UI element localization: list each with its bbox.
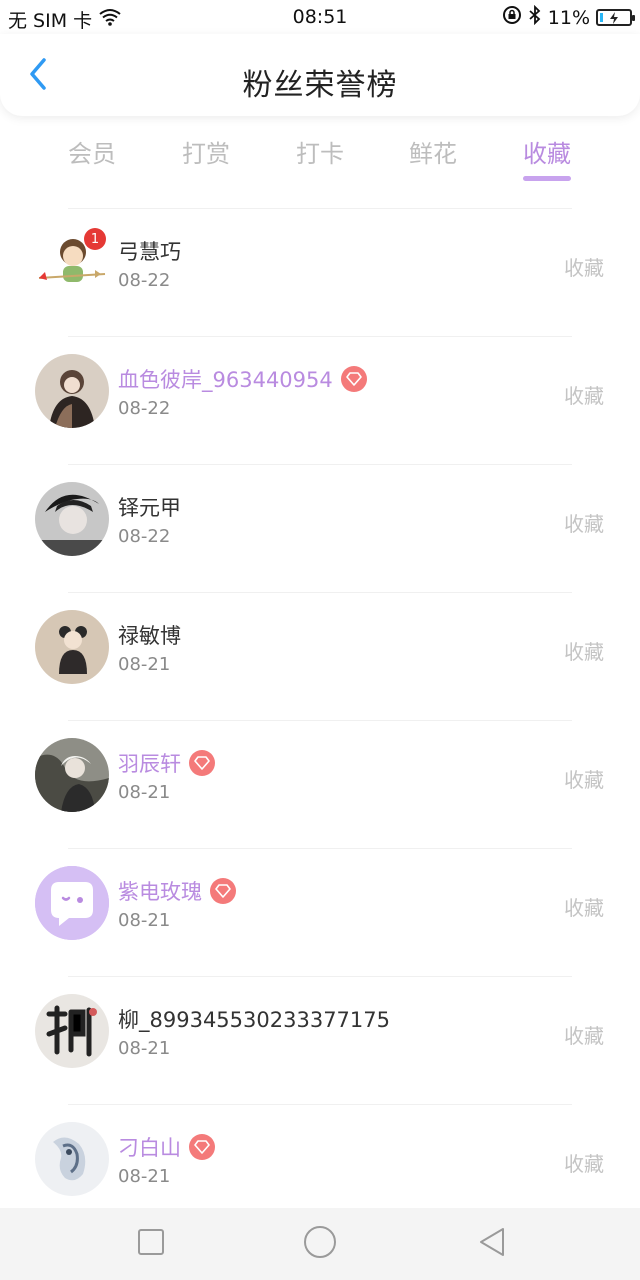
row-divider (68, 208, 572, 209)
home-button[interactable] (302, 1226, 338, 1262)
avatar[interactable] (35, 866, 109, 940)
row-divider (68, 848, 572, 849)
user-name: 紫电玫瑰 (118, 880, 202, 904)
favorite-action[interactable]: 收藏 (564, 380, 604, 409)
name-line: 柳_899345530233377175 (118, 1004, 390, 1034)
date-text: 08-21 (118, 1038, 171, 1059)
name-line: 血色彼岸_963440954 (118, 364, 367, 394)
list-item[interactable]: 紫电玫瑰 08-21 收藏 (0, 848, 640, 976)
tab-favorites[interactable]: 收藏 (502, 134, 592, 169)
favorite-action[interactable]: 收藏 (564, 508, 604, 537)
tab-member[interactable]: 会员 (47, 134, 137, 169)
name-line: 铎元甲 (118, 492, 181, 522)
row-divider (68, 1104, 572, 1105)
date-text: 08-22 (118, 270, 171, 291)
user-name: 铎元甲 (118, 496, 181, 520)
rotation-lock-icon (502, 5, 522, 30)
diamond-vip-icon (189, 1134, 215, 1160)
favorite-action[interactable]: 收藏 (564, 1020, 604, 1049)
back-nav-button[interactable] (474, 1226, 510, 1262)
diamond-vip-icon (210, 878, 236, 904)
avatar[interactable] (35, 994, 109, 1068)
list-item[interactable]: 禄敏博 08-21 收藏 (0, 592, 640, 720)
name-line: 弓慧巧 (118, 236, 181, 266)
list-item[interactable]: 铎元甲 08-22 收藏 (0, 464, 640, 592)
avatar[interactable] (35, 1122, 109, 1196)
header: 粉丝荣誉榜 (0, 34, 640, 116)
page-title: 粉丝荣誉榜 (242, 68, 398, 103)
name-line: 刁白山 (118, 1132, 215, 1162)
tab-checkin[interactable]: 打卡 (275, 134, 365, 169)
name-line: 紫电玫瑰 (118, 876, 236, 906)
system-nav-bar (0, 1208, 640, 1280)
list-item[interactable]: 柳_899345530233377175 08-21 收藏 (0, 976, 640, 1104)
name-line: 禄敏博 (118, 620, 181, 650)
user-name: 柳_899345530233377175 (118, 1008, 390, 1032)
name-line: 羽辰轩 (118, 748, 215, 778)
avatar[interactable] (35, 482, 109, 556)
avatar[interactable] (35, 354, 109, 428)
date-text: 08-22 (118, 526, 171, 547)
diamond-vip-icon (189, 750, 215, 776)
bluetooth-icon (528, 4, 542, 30)
row-divider (68, 976, 572, 977)
rank-badge: 1 (84, 228, 106, 250)
battery-percent: 11% (547, 6, 590, 29)
square-icon (137, 1228, 165, 1260)
date-text: 08-21 (118, 654, 171, 675)
status-right: 11% (502, 4, 635, 30)
row-divider (68, 464, 572, 465)
favorite-action[interactable]: 收藏 (564, 252, 604, 281)
list-item[interactable]: 血色彼岸_963440954 08-22 收藏 (0, 336, 640, 464)
battery-icon (596, 9, 635, 26)
user-name: 羽辰轩 (118, 752, 181, 776)
favorite-action[interactable]: 收藏 (564, 636, 604, 665)
user-name: 禄敏博 (118, 624, 181, 648)
user-name: 弓慧巧 (118, 240, 181, 264)
list-item[interactable]: 羽辰轩 08-21 收藏 (0, 720, 640, 848)
favorite-action[interactable]: 收藏 (564, 1148, 604, 1177)
user-name: 血色彼岸_963440954 (118, 368, 333, 392)
row-divider (68, 336, 572, 337)
favorite-action[interactable]: 收藏 (564, 764, 604, 793)
status-bar: 无 SIM 卡 08:51 11% (0, 0, 640, 34)
date-text: 08-21 (118, 782, 171, 803)
battery-fill (600, 13, 603, 22)
tab-flowers[interactable]: 鲜花 (388, 134, 478, 169)
date-text: 08-21 (118, 910, 171, 931)
avatar[interactable] (35, 610, 109, 684)
favorite-action[interactable]: 收藏 (564, 892, 604, 921)
circle-home-icon (303, 1225, 337, 1263)
tab-reward[interactable]: 打赏 (161, 134, 251, 169)
list-item[interactable]: 1 弓慧巧 08-22 收藏 (0, 208, 640, 336)
tab-bar: 会员 打赏 打卡 鲜花 收藏 (0, 130, 640, 190)
date-text: 08-22 (118, 398, 171, 419)
row-divider (68, 720, 572, 721)
triangle-back-icon (477, 1226, 507, 1262)
user-name: 刁白山 (118, 1136, 181, 1160)
date-text: 08-21 (118, 1166, 171, 1187)
avatar[interactable] (35, 738, 109, 812)
tab-active-indicator (523, 176, 571, 181)
diamond-vip-icon (340, 366, 367, 392)
row-divider (68, 592, 572, 593)
recent-apps-button[interactable] (133, 1226, 169, 1262)
